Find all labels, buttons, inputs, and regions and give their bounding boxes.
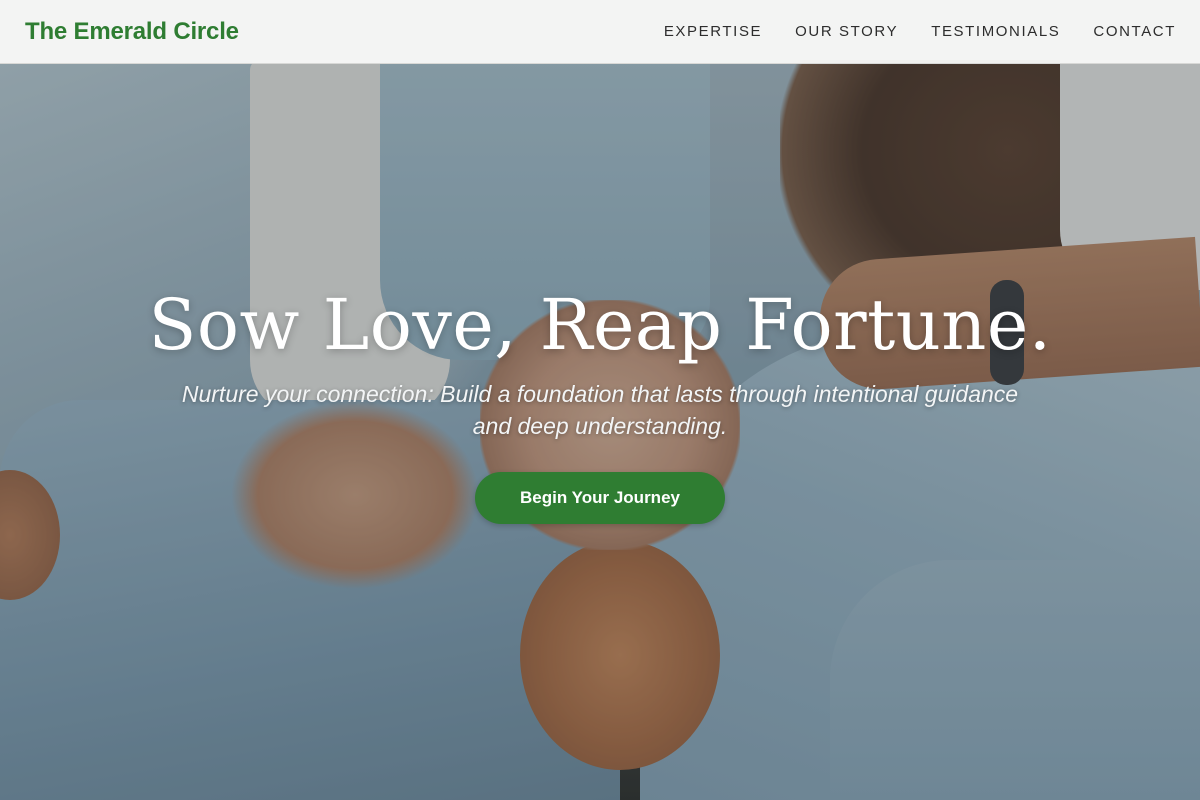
site-header: The Emerald Circle EXPERTISE OUR STORY T… (0, 0, 1200, 64)
hero-headline: Sow Love, Reap Fortune. (148, 284, 1052, 366)
nav-link-expertise[interactable]: EXPERTISE (664, 23, 762, 40)
begin-journey-button[interactable]: Begin Your Journey (475, 472, 725, 524)
main-nav: EXPERTISE OUR STORY TESTIMONIALS CONTACT (631, 23, 1176, 40)
hero-content: Sow Love, Reap Fortune. Nurture your con… (0, 280, 1200, 524)
hero-subheadline: Nurture your connection: Build a foundat… (181, 381, 1019, 439)
brand-logo[interactable]: The Emerald Circle (25, 18, 239, 46)
nav-link-our-story[interactable]: OUR STORY (795, 23, 898, 40)
nav-link-contact[interactable]: CONTACT (1093, 23, 1176, 40)
nav-link-testimonials[interactable]: TESTIMONIALS (931, 23, 1060, 40)
